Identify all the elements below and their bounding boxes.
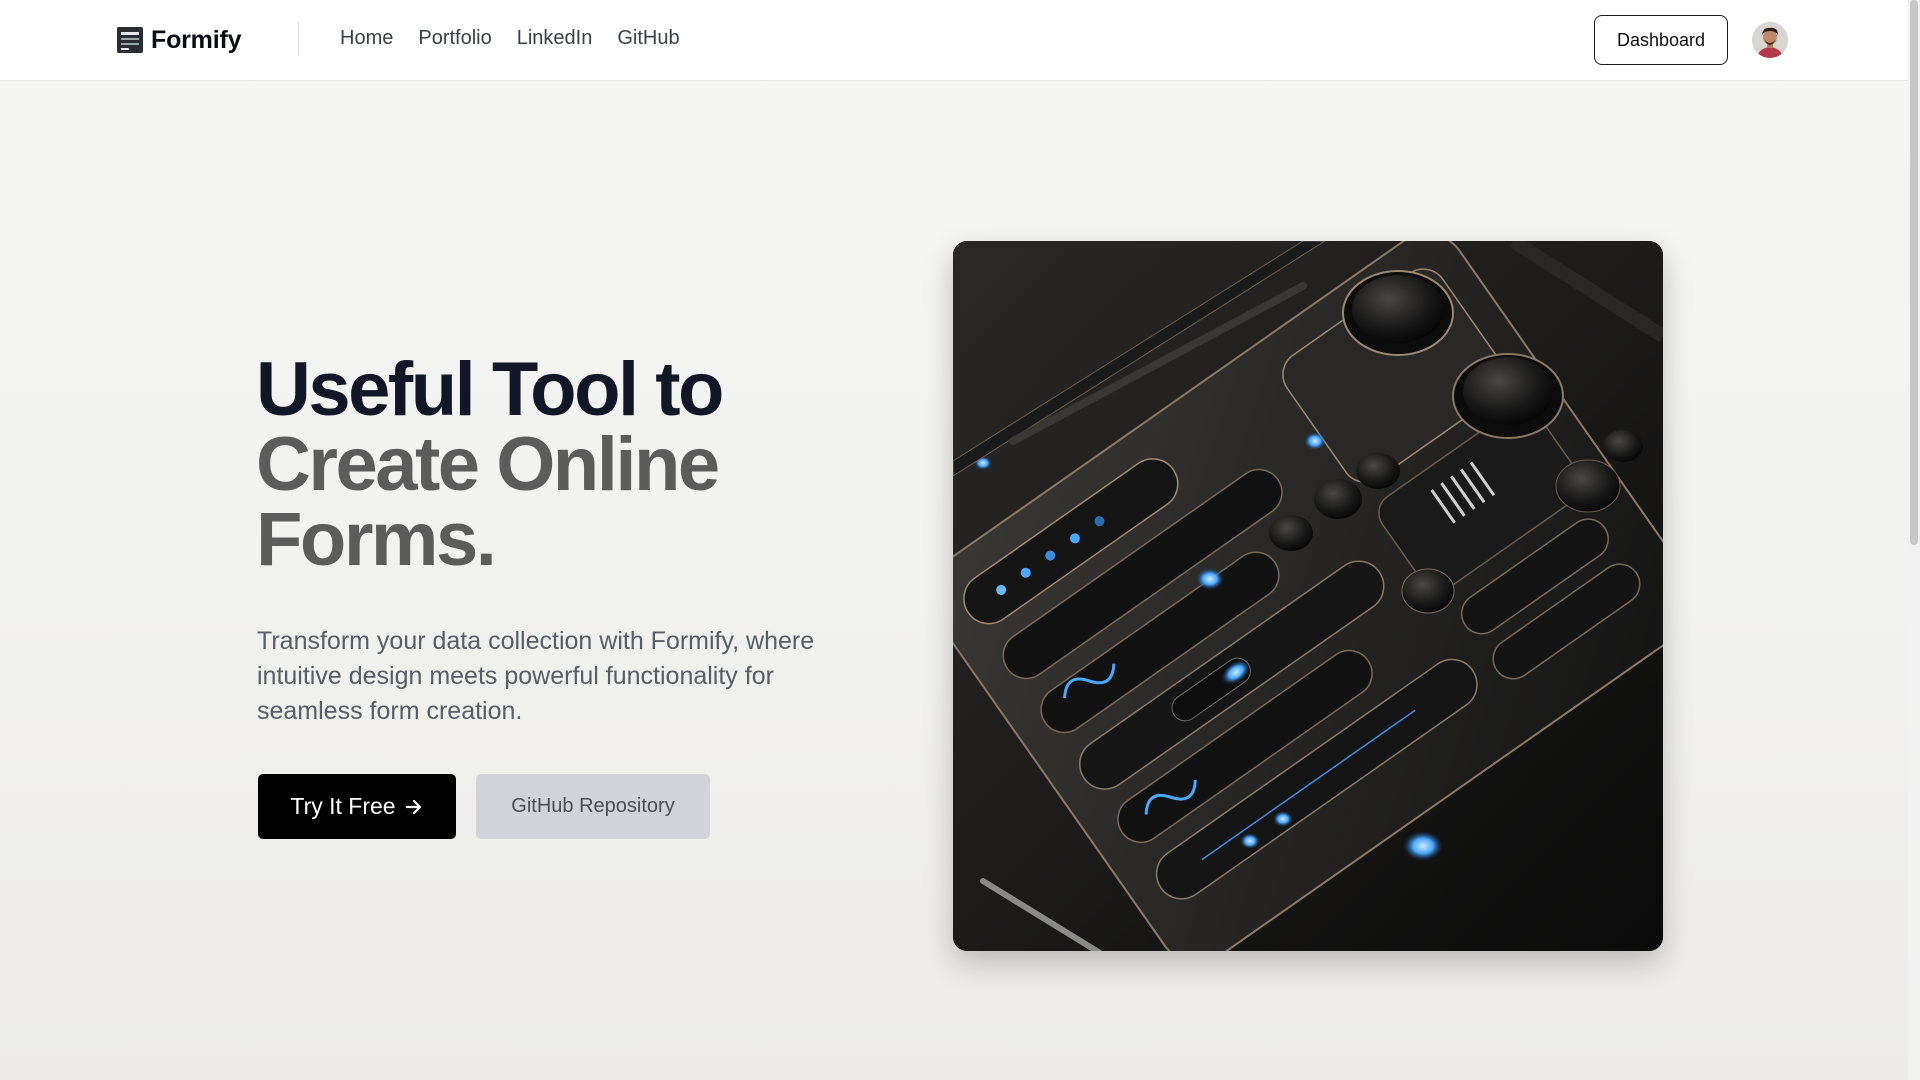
nav-link-home[interactable]: Home — [340, 27, 393, 50]
hero-subtitle: Transform your data collection with Form… — [257, 627, 815, 725]
hero-title: Useful Tool to Create Online Forms. — [256, 347, 896, 582]
github-repository-button[interactable]: GitHub Repository — [476, 774, 710, 839]
arrow-right-icon — [405, 799, 421, 814]
nav-link-portfolio[interactable]: Portfolio — [418, 27, 491, 50]
dashboard-button[interactable]: Dashboard — [1594, 15, 1728, 65]
landing-page: Formify Home Portfolio LinkedIn GitHub D… — [0, 0, 1920, 1080]
brand[interactable]: Formify — [117, 25, 241, 55]
scrollbar-track[interactable] — [1908, 0, 1920, 1080]
form-logo-icon — [117, 27, 143, 53]
try-it-free-button[interactable]: Try It Free — [258, 774, 456, 839]
brand-name: Formify — [151, 25, 242, 54]
hero-illustration — [953, 241, 1663, 951]
hero-title-line-1: Useful Tool to — [256, 347, 724, 432]
nav-link-github[interactable]: GitHub — [617, 27, 679, 50]
top-navbar: Formify Home Portfolio LinkedIn GitHub D… — [0, 0, 1908, 81]
try-it-free-label: Try It Free — [290, 793, 396, 819]
hero-title-line-2: Create Online — [256, 422, 720, 507]
main-nav: Home Portfolio LinkedIn GitHub — [340, 27, 680, 50]
hero-title-line-3: Forms. — [256, 497, 497, 582]
scrollbar-thumb[interactable] — [1910, 0, 1918, 545]
user-avatar[interactable] — [1752, 22, 1788, 58]
nav-link-linkedin[interactable]: LinkedIn — [517, 27, 593, 50]
header-divider — [298, 22, 299, 56]
